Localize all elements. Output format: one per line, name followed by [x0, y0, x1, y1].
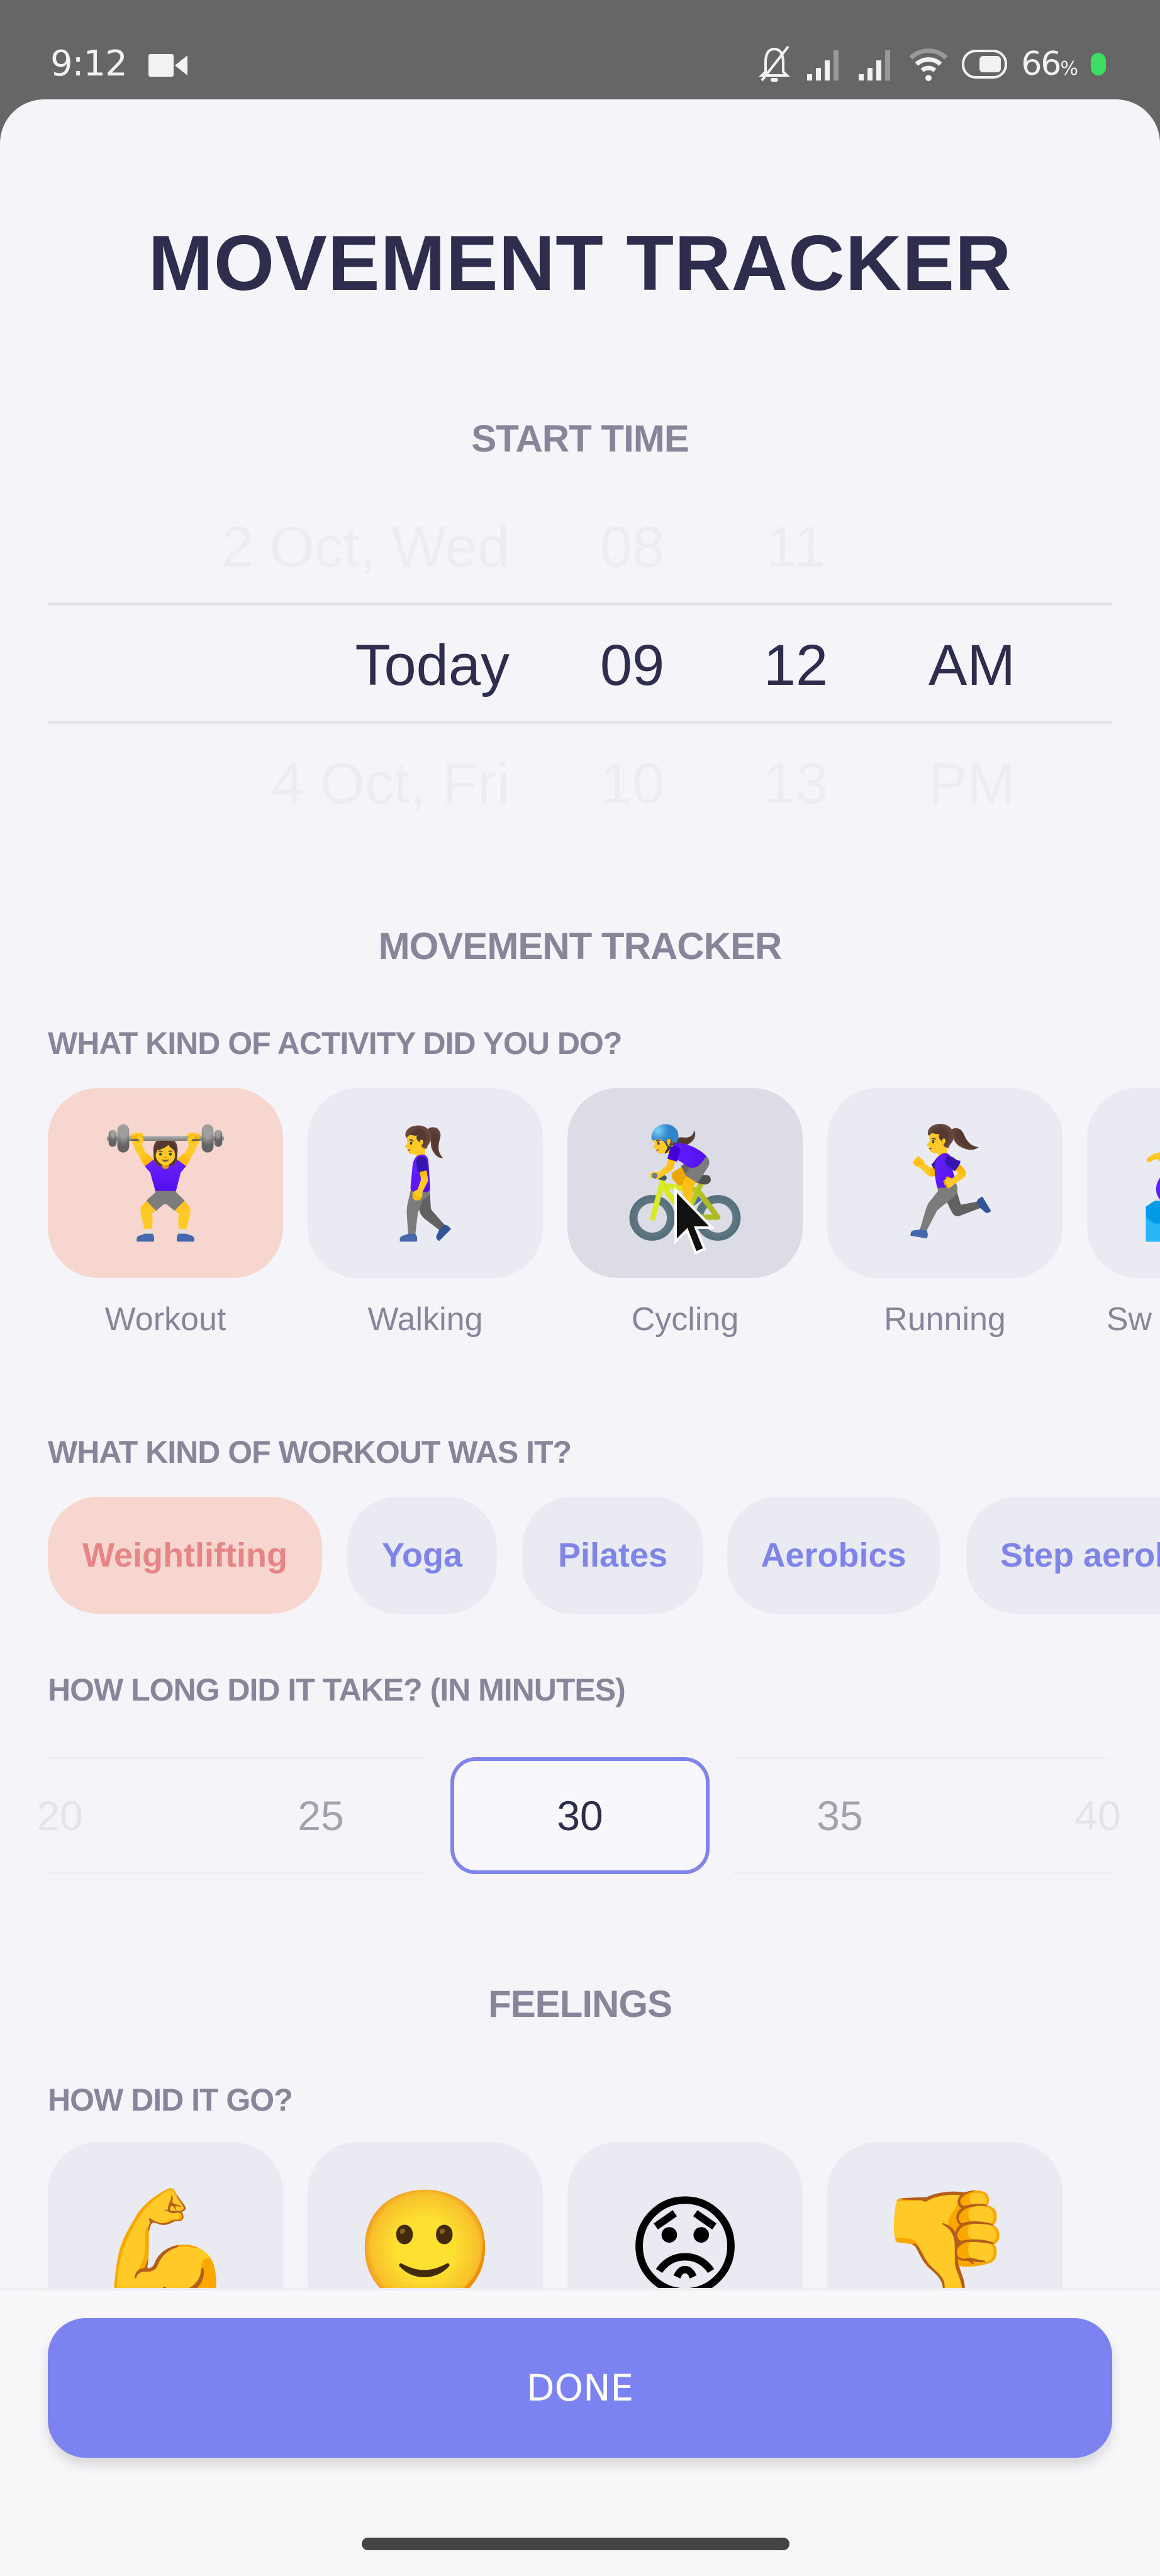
bell-off-icon: [759, 45, 791, 82]
chip-step-aerobics[interactable]: Step aerobics: [966, 1497, 1160, 1614]
activity-option-workout[interactable]: 🏋️‍♀️ Workout: [48, 1088, 283, 1352]
thumbs-down-icon: 👎: [874, 2183, 1016, 2289]
feelings-section-title: FEELINGS: [488, 1983, 672, 2025]
duration-track-right: [733, 1757, 1111, 1874]
picker-hour-prev[interactable]: 08: [576, 514, 689, 580]
swimming-woman-icon: 🏊‍♀️: [1138, 1130, 1160, 1236]
picker-date-next[interactable]: 4 Oct, Fri: [170, 751, 510, 817]
duration-option[interactable]: 25: [277, 1757, 365, 1874]
picker-date-selected[interactable]: Today: [170, 633, 510, 699]
duration-option[interactable]: 35: [796, 1757, 884, 1874]
done-button[interactable]: DONE: [48, 2318, 1112, 2458]
walking-woman-icon: 🚶‍♀️: [359, 1121, 492, 1245]
duration-question: HOW LONG DID IT TAKE? (IN MINUTES): [48, 1672, 626, 1707]
picker-ampm-selected[interactable]: AM: [906, 633, 1038, 699]
flexed-biceps-icon: 💪: [94, 2183, 237, 2289]
activity-label: Sw: [1106, 1301, 1152, 1338]
feeling-option-good[interactable]: 🙂: [308, 2142, 543, 2288]
picker-minute-next[interactable]: 13: [739, 751, 852, 817]
signal-icon: [859, 50, 891, 80]
activity-list: 🏋️‍♀️ Workout 🚶‍♀️ Walking 🚴‍♀️ Cycling …: [0, 1088, 1160, 1377]
feeling-option-bad[interactable]: 👎: [827, 2142, 1062, 2288]
chip-weightlifting[interactable]: Weightlifting: [48, 1497, 322, 1614]
duration-selected[interactable]: 30: [450, 1757, 710, 1874]
worried-face-icon: 😟: [626, 2183, 744, 2289]
mouse-cursor-icon: [674, 1187, 715, 1255]
picker-hour-selected[interactable]: 09: [576, 633, 689, 699]
activity-question: WHAT KIND OF ACTIVITY DID YOU DO?: [48, 1026, 622, 1061]
activity-tile[interactable]: 🚶‍♀️: [308, 1088, 543, 1278]
slightly-smiling-face-icon: 🙂: [354, 2183, 496, 2289]
privacy-indicator-dot: [1091, 53, 1106, 75]
activity-label: Cycling: [631, 1301, 739, 1338]
running-woman-icon: 🏃‍♀️: [878, 1121, 1012, 1245]
activity-tile[interactable]: 🏋️‍♀️: [48, 1088, 283, 1278]
chip-pilates[interactable]: Pilates: [522, 1497, 703, 1614]
feeling-option-strong[interactable]: 💪: [48, 2142, 283, 2288]
picker-ampm-next[interactable]: PM: [906, 751, 1038, 817]
picker-date-prev[interactable]: 2 Oct, Wed: [170, 514, 510, 580]
chip-aerobics[interactable]: Aerobics: [727, 1497, 940, 1614]
activity-tile[interactable]: 🏃‍♀️: [827, 1088, 1062, 1278]
activity-label: Workout: [104, 1301, 226, 1338]
movement-section-title: MOVEMENT TRACKER: [378, 925, 783, 967]
wifi-icon: [909, 48, 948, 81]
activity-label: Walking: [367, 1301, 483, 1338]
status-icons: 66%: [757, 42, 1106, 87]
battery-icon: [962, 50, 1008, 79]
status-time: 9:12: [50, 43, 128, 84]
signal-icon: [807, 50, 839, 80]
page-title: MOVEMENT TRACKER: [148, 220, 1012, 307]
activity-tile[interactable]: 🏊‍♀️: [1087, 1088, 1160, 1278]
duration-track-left: [48, 1757, 425, 1874]
weightlifting-woman-icon: 🏋️‍♀️: [99, 1121, 232, 1245]
picker-divider-bottom: [48, 721, 1112, 724]
duration-option[interactable]: 40: [1063, 1757, 1132, 1874]
picker-divider-top: [48, 602, 1112, 606]
workout-type-list: Weightlifting Yoga Pilates Aerobics Step…: [0, 1497, 1160, 1616]
picker-minute-prev[interactable]: 11: [739, 514, 852, 580]
activity-option-walking[interactable]: 🚶‍♀️ Walking: [308, 1088, 543, 1352]
feelings-question: HOW DID IT GO?: [48, 2082, 293, 2118]
feelings-list: 💪 🙂 😟 👎: [0, 2142, 1160, 2288]
chip-yoga[interactable]: Yoga: [347, 1497, 497, 1614]
home-indicator[interactable]: [362, 2538, 789, 2550]
status-bar: 9:12 66%: [0, 0, 1160, 101]
duration-picker[interactable]: 20 25 30 35 40: [0, 1757, 1160, 1877]
activity-option-swimming[interactable]: 🏊‍♀️ Sw: [1087, 1088, 1160, 1352]
workout-type-question: WHAT KIND OF WORKOUT WAS IT?: [48, 1435, 572, 1470]
movement-tracker-sheet: MOVEMENT TRACKER START TIME 2 Oct, Wed 0…: [0, 99, 1160, 2576]
start-time-label: START TIME: [471, 418, 689, 460]
battery-percent: 66%: [1021, 45, 1078, 83]
picker-minute-selected[interactable]: 12: [739, 633, 852, 699]
video-camera-icon: [148, 54, 187, 77]
feeling-option-worried[interactable]: 😟: [567, 2142, 803, 2288]
duration-option[interactable]: 20: [25, 1757, 94, 1874]
picker-hour-next[interactable]: 10: [576, 751, 689, 817]
